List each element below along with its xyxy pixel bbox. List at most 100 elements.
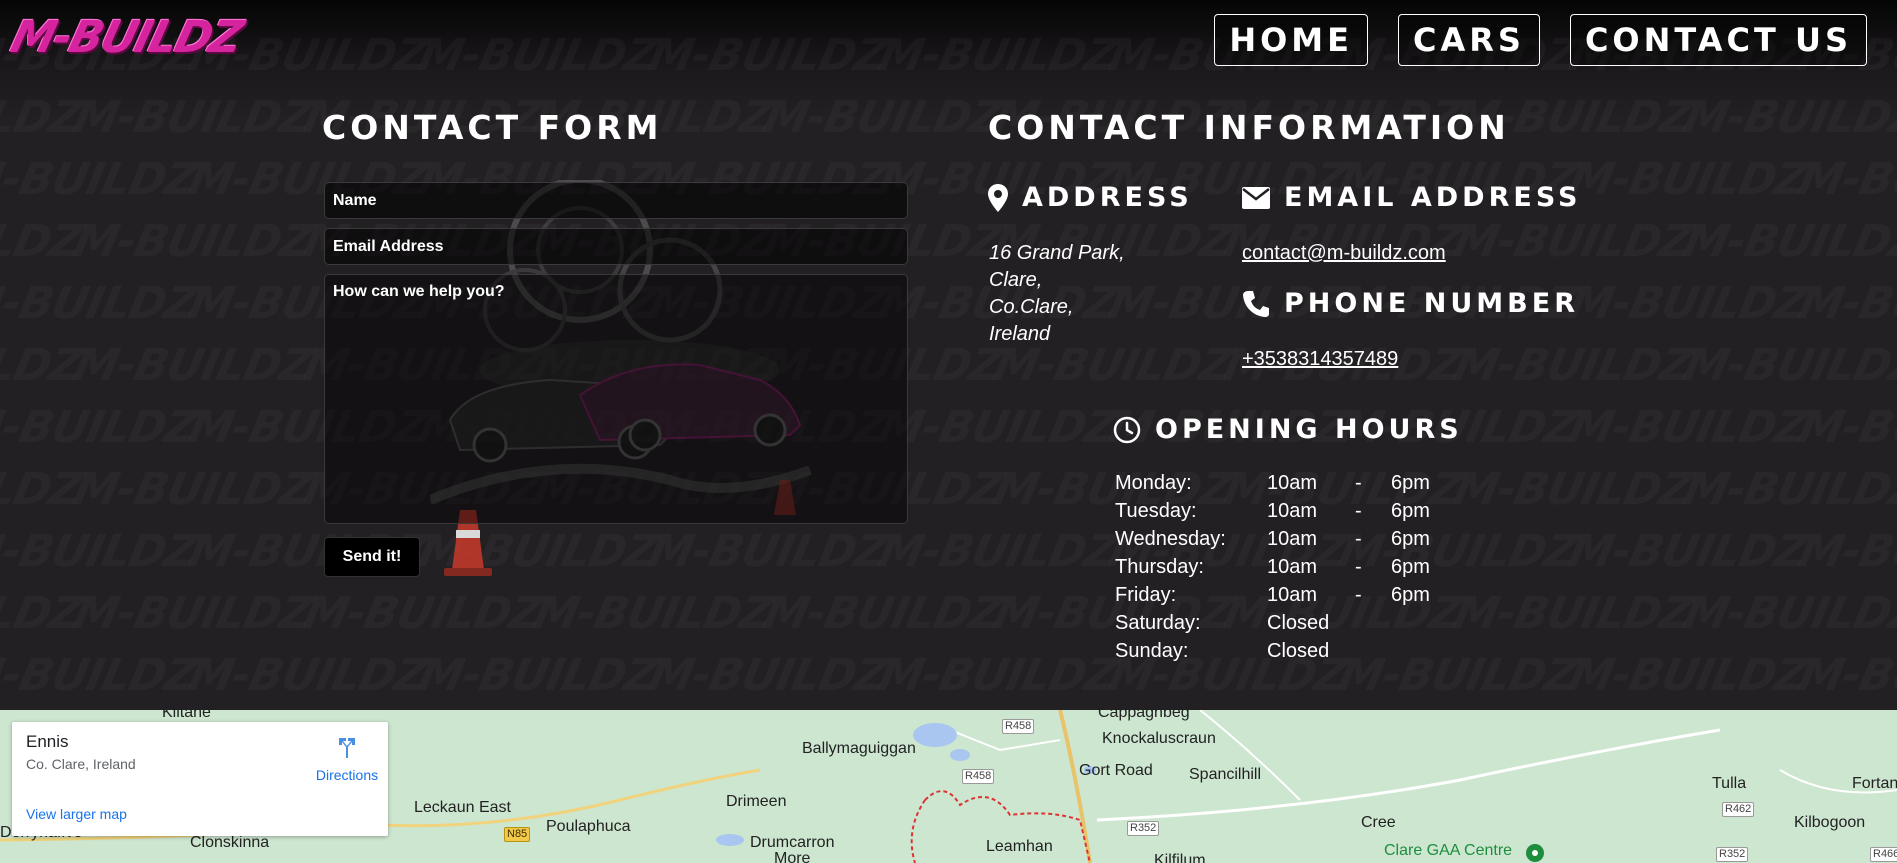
phone-link[interactable]: +3538314357489: [1242, 348, 1398, 371]
background-watermark-word: M-BUILDZ: [0, 154, 202, 205]
nav-cars-button[interactable]: CARS: [1398, 14, 1540, 66]
background-watermark-word: M-BUILDZ: [875, 402, 1122, 453]
background-watermark-word: M-BUILDZ: [645, 30, 892, 81]
address-text: 16 Grand Park, Clare, Co.Clare, Ireland: [989, 240, 1125, 348]
address-line: Clare,: [989, 269, 1043, 291]
hours-open: 10am: [1267, 500, 1318, 522]
contact-form-title: CONTACT FORM: [322, 108, 663, 147]
hours-row: Sunday: Closed: [1115, 640, 1430, 668]
background-pattern: M-BUILDZM-BUILDZM-BUILDZM-BUILDZM-BUILDZ…: [0, 0, 1897, 710]
background-watermark-word: M-BUILDZ: [1795, 650, 1897, 701]
road-number-tag: R466: [1870, 847, 1897, 862]
map-place-label: Tulla: [1712, 775, 1747, 792]
background-watermark-word: M-BUILDZ: [1795, 526, 1897, 577]
background-watermark-word: M-BUILDZ: [1795, 402, 1897, 453]
hours-close: 6pm: [1391, 500, 1430, 522]
address-line: 16 Grand Park,: [989, 242, 1125, 264]
hours-day: Tuesday:: [1115, 500, 1197, 522]
phone-heading-label: PHONE NUMBER: [1284, 288, 1579, 319]
hours-separator: -: [1355, 556, 1362, 578]
hours-day: Saturday:: [1115, 612, 1201, 634]
background-watermark-word: M-BUILDZ: [875, 30, 1122, 81]
background-watermark-word: M-BUILDZ: [0, 402, 202, 453]
road-number-tag: R352: [1716, 847, 1749, 862]
clock-icon: [1113, 416, 1141, 443]
opening-hours-heading: OPENING HOURS: [1113, 414, 1463, 445]
background-watermark-word: M-BUILDZ: [1795, 154, 1897, 205]
name-input[interactable]: [324, 182, 908, 219]
map-place-region: Co. Clare, Ireland: [26, 756, 136, 772]
background-watermark-word: M-BUILDZ: [70, 588, 317, 639]
road-number-tag: R458: [1002, 719, 1035, 734]
background-watermark-word: M-BUILDZ: [1565, 402, 1812, 453]
map-place-label: Kilfilum: [1154, 852, 1206, 863]
background-watermark-word: M-BUILDZ: [1680, 216, 1897, 267]
background-watermark-word: M-BUILDZ: [1795, 278, 1897, 329]
map-place-label: Gort Road: [1079, 762, 1153, 779]
hours-open: 10am: [1267, 528, 1318, 550]
hours-open: 10am: [1267, 584, 1318, 606]
email-input[interactable]: [324, 228, 908, 265]
background-watermark-word: M-BUILDZ: [0, 278, 202, 329]
background-watermark-word: M-BUILDZ: [1680, 92, 1897, 143]
directions-label: Directions: [315, 767, 379, 783]
phone-icon: [1243, 290, 1269, 317]
hours-day: Friday:: [1115, 584, 1177, 606]
road-number-tag: R352: [1127, 821, 1160, 836]
background-watermark-word: M-BUILDZ: [0, 650, 202, 701]
hours-row: Friday: 10am - 6pm: [1115, 584, 1430, 612]
background-watermark-word: M-BUILDZ: [70, 340, 317, 391]
message-textarea[interactable]: [324, 274, 908, 524]
directions-button[interactable]: Directions: [297, 734, 397, 783]
map-place-label: Spancilhill: [1189, 766, 1262, 783]
hours-day: Sunday:: [1115, 640, 1189, 662]
hours-separator: -: [1355, 500, 1362, 522]
hours-row: Thursday: 10am - 6pm: [1115, 556, 1430, 584]
hours-day: Wednesday:: [1115, 528, 1226, 550]
send-button[interactable]: Send it!: [324, 537, 420, 577]
map-place-label: Kiltane: [162, 710, 211, 721]
address-line: Ireland: [989, 323, 1051, 345]
background-watermark-word: M-BUILDZ: [70, 92, 317, 143]
directions-icon: [339, 738, 355, 758]
background-watermark-word: M-BUILDZ: [70, 216, 317, 267]
email-link[interactable]: contact@m-buildz.com: [1242, 242, 1446, 265]
map-place-label: Leckaun East: [414, 799, 511, 816]
address-line: Co.Clare,: [989, 296, 1074, 318]
background-watermark-word: M-BUILDZ: [530, 588, 777, 639]
background-watermark-word: M-BUILDZ: [300, 588, 547, 639]
road-number-tag: N85: [504, 827, 531, 842]
address-heading: ADDRESS: [988, 182, 1193, 213]
hours-close: 6pm: [1391, 584, 1430, 606]
hours-separator: -: [1355, 584, 1362, 606]
map-place-label: Poulaphuca: [546, 818, 631, 835]
hours-open: 10am: [1267, 556, 1318, 578]
background-watermark-word: M-BUILDZ: [1565, 526, 1812, 577]
hours-separator: [1355, 612, 1391, 640]
background-watermark-word: M-BUILDZ: [875, 650, 1122, 701]
hours-separator: -: [1355, 472, 1362, 494]
site-logo[interactable]: M-BUILDZ: [6, 12, 247, 63]
nav-home-button[interactable]: HOME: [1214, 14, 1368, 66]
map-place-label: Clare GAA Centre: [1384, 842, 1513, 859]
map-place-label: Drimeen: [726, 793, 787, 810]
view-larger-map-link[interactable]: View larger map: [26, 806, 127, 822]
nav-contact-button[interactable]: CONTACT US: [1569, 14, 1867, 66]
map-place-label: Cappaghbeg: [1098, 710, 1190, 721]
envelope-icon: [1242, 186, 1270, 209]
background-watermark-word: M-BUILDZ: [760, 588, 1007, 639]
embedded-map[interactable]: Kiltane Cappaghbeg Knockaluscraun Ballym…: [0, 710, 1897, 863]
map-place-label: Leamhan: [986, 838, 1053, 855]
hours-row: Monday: 10am - 6pm: [1115, 472, 1430, 500]
main-nav: HOME CARS CONTACT US: [1214, 14, 1867, 66]
hours-day: Monday:: [1115, 472, 1192, 494]
logo-text: M-BUILDZ: [5, 12, 247, 63]
map-place-label: Kilbogoon: [1794, 814, 1866, 831]
hours-separator: -: [1355, 528, 1362, 550]
address-heading-label: ADDRESS: [1022, 182, 1193, 213]
contact-info-title: CONTACT INFORMATION: [988, 108, 1510, 147]
background-watermark-word: M-BUILDZ: [875, 526, 1122, 577]
background-watermark-word: M-BUILDZ: [185, 650, 432, 701]
map-place-label: More: [774, 850, 811, 863]
background-watermark-word: M-BUILDZ: [415, 650, 662, 701]
